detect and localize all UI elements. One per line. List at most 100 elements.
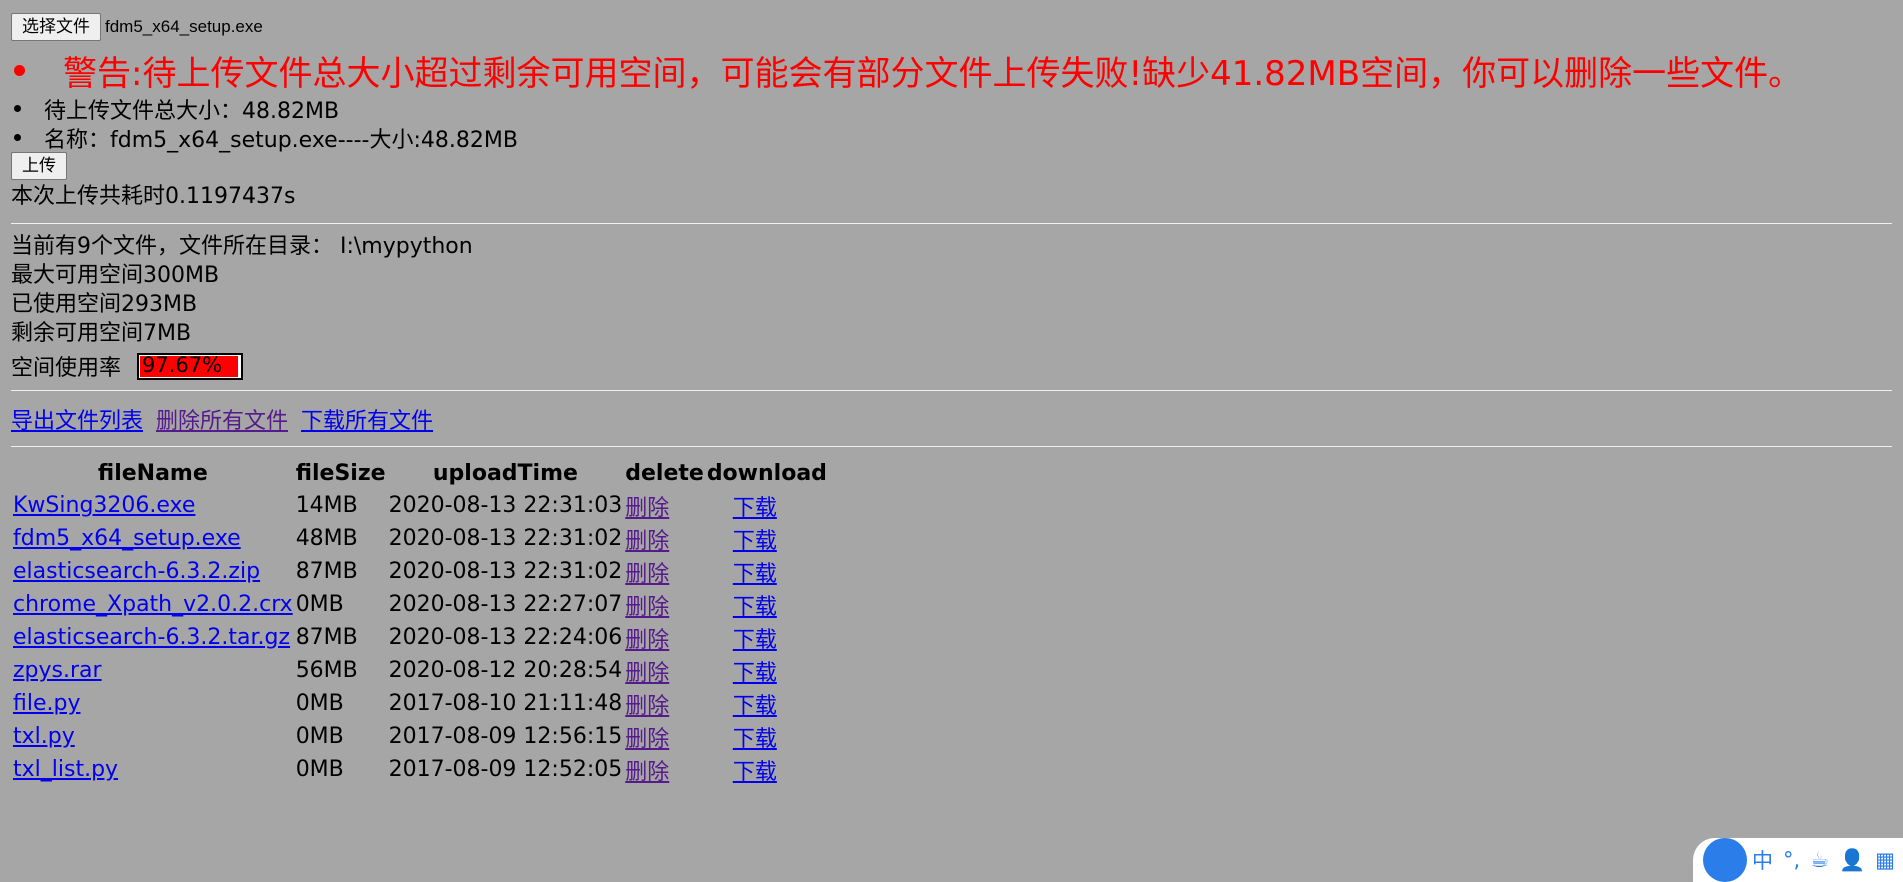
table-header-row: fileName fileSize uploadTime delete down… [13,457,827,489]
download-all-link[interactable]: 下载所有文件 [301,403,433,435]
pending-file-text: 名称：fdm5_x64_setup.exe----大小:48.82MB [44,127,518,153]
file-name-link[interactable]: chrome_Xpath_v2.0.2.crx [13,592,293,617]
usage-row: 空间使用率 97.67% [11,348,1903,384]
table-cell: 2017-08-10 21:11:48 [389,687,623,720]
page: 选择文件 fdm5_x64_setup.exe 警告:待上传文件总大小超过剩余可… [0,0,1903,786]
download-link[interactable]: 下载 [733,562,777,587]
table-cell: 下载 [707,720,827,753]
table-row: file.py 0MB 2017-08-10 21:11:48 删除 下载 [13,687,827,720]
download-link[interactable]: 下载 [733,529,777,554]
file-size: 0MB [295,592,344,617]
table-body: KwSing3206.exe 14MB 2020-08-13 22:31:03 删除下… [13,489,827,786]
download-link[interactable]: 下载 [733,760,777,785]
table-row: KwSing3206.exe 14MB 2020-08-13 22:31:03 删除 下… [13,489,827,522]
table-cell: 14MB [296,489,386,522]
ime-mode-toggle[interactable]: 中 [1752,845,1773,875]
file-name-link[interactable]: file.py [13,691,80,716]
file-name-link[interactable]: fdm5_x64_setup.exe [13,526,241,551]
table-cell: 下载 [707,621,827,654]
bullet-icon [14,105,21,112]
file-size: 0MB [295,757,344,782]
grid-icon[interactable]: ▦ [1875,848,1895,872]
table-cell: 2017-08-09 12:56:15 [389,720,623,753]
header-filename: fileName [97,460,208,486]
delete-link[interactable]: 删除 [625,562,669,587]
header-filesize: fileSize [295,460,386,486]
upload-row: 上传 [11,152,1903,182]
table-cell: file.py [13,687,293,720]
table-cell: 48MB [296,522,386,555]
download-link[interactable]: 下载 [733,496,777,521]
delete-link[interactable]: 删除 [625,727,669,752]
ime-toolbar: du 中 °, ☕ 👤 ▦ [1693,838,1903,882]
table-cell: 删除 [625,687,704,720]
table-cell: 删除 [625,489,704,522]
file-name-link[interactable]: elasticsearch-6.3.2.zip [13,559,260,584]
file-size: 87MB [295,625,358,650]
download-link[interactable]: 下载 [733,661,777,686]
table-cell: 下载 [707,654,827,687]
export-list-link[interactable]: 导出文件列表 [11,403,143,435]
table-cell: 下载 [707,687,827,720]
chosen-file-name: fdm5_x64_setup.exe [105,17,263,36]
delete-link[interactable]: 删除 [625,496,669,521]
table-cell: 2020-08-13 22:31:02 [389,555,623,588]
download-link[interactable]: 下载 [733,628,777,653]
table-cell: 2020-08-13 22:24:06 [389,621,623,654]
delete-link[interactable]: 删除 [625,529,669,554]
file-size: 14MB [295,493,358,518]
download-link[interactable]: 下载 [733,694,777,719]
delete-link[interactable]: 删除 [625,661,669,686]
file-name-link[interactable]: txl_list.py [13,757,118,782]
baidu-ime-logo[interactable]: du [1703,838,1747,882]
table-row: txl.py 0MB 2017-08-09 12:56:15 删除 下载 [13,720,827,753]
upload-time-cell: 2017-08-09 12:56:15 [388,724,623,749]
table-cell: 56MB [296,654,386,687]
download-link[interactable]: 下载 [733,595,777,620]
warning-item: 警告:待上传文件总大小超过剩余可用空间，可能会有部分文件上传失败!缺少41.82… [11,46,1903,94]
table-cell: 0MB [296,687,386,720]
delete-link[interactable]: 删除 [625,694,669,719]
table-row: zpys.rar 56MB 2020-08-12 20:28:54 删除 下载 [13,654,827,687]
file-name-link[interactable]: KwSing3206.exe [13,493,195,518]
table-cell: 删除 [625,753,704,786]
file-name-link[interactable]: zpys.rar [13,658,102,683]
table-row: fdm5_x64_setup.exe 48MB 2020-08-13 22:31:0… [13,522,827,555]
table-cell: 下载 [707,522,827,555]
header-uploadtime: uploadTime [432,460,578,486]
file-table: fileName fileSize uploadTime delete down… [10,457,830,786]
table-cell: 2020-08-12 20:28:54 [389,654,623,687]
upload-button[interactable]: 上传 [11,152,67,180]
ime-punct-toggle[interactable]: °, [1783,848,1800,872]
usage-percent: 97.67% [142,352,223,377]
upload-time-cell: 2020-08-13 22:31:02 [388,559,623,584]
table-cell: chrome_Xpath_v2.0.2.crx [13,588,293,621]
file-size: 48MB [295,526,358,551]
cup-icon[interactable]: ☕ [1810,848,1829,872]
table-cell: zpys.rar [13,654,293,687]
download-link[interactable]: 下载 [733,727,777,752]
file-input-row: 选择文件 fdm5_x64_setup.exe [11,12,1903,42]
upload-time-cell: 2020-08-12 20:28:54 [388,658,623,683]
used-space: 已使用空间293MB [11,292,198,317]
delete-all-link[interactable]: 删除所有文件 [156,403,288,435]
table-cell: KwSing3206.exe [13,489,293,522]
usage-gauge: 97.67% [137,352,244,380]
pending-upload-list: 警告:待上传文件总大小超过剩余可用空间，可能会有部分文件上传失败!缺少41.82… [11,46,1903,153]
delete-link[interactable]: 删除 [625,628,669,653]
table-cell: elasticsearch-6.3.2.tar.gz [13,621,293,654]
table-cell: 删除 [625,555,704,588]
file-name-link[interactable]: elasticsearch-6.3.2.tar.gz [13,625,290,650]
delete-link[interactable]: 删除 [625,595,669,620]
delete-link[interactable]: 删除 [625,760,669,785]
table-row: txl_list.py 0MB 2017-08-09 12:52:05 删除 下载 [13,753,827,786]
file-name-link[interactable]: txl.py [13,724,75,749]
choose-file-button[interactable]: 选择文件 [11,13,101,41]
upload-time-cell: 2017-08-09 12:52:05 [388,757,623,782]
table-cell: 下载 [707,489,827,522]
user-icon[interactable]: 👤 [1839,848,1865,873]
table-row: chrome_Xpath_v2.0.2.crx 0MB 2020-08-13 22:… [13,588,827,621]
table-cell: 删除 [625,621,704,654]
header-delete: delete [625,460,704,486]
total-size-text: 待上传文件总大小：48.82MB [44,98,340,124]
